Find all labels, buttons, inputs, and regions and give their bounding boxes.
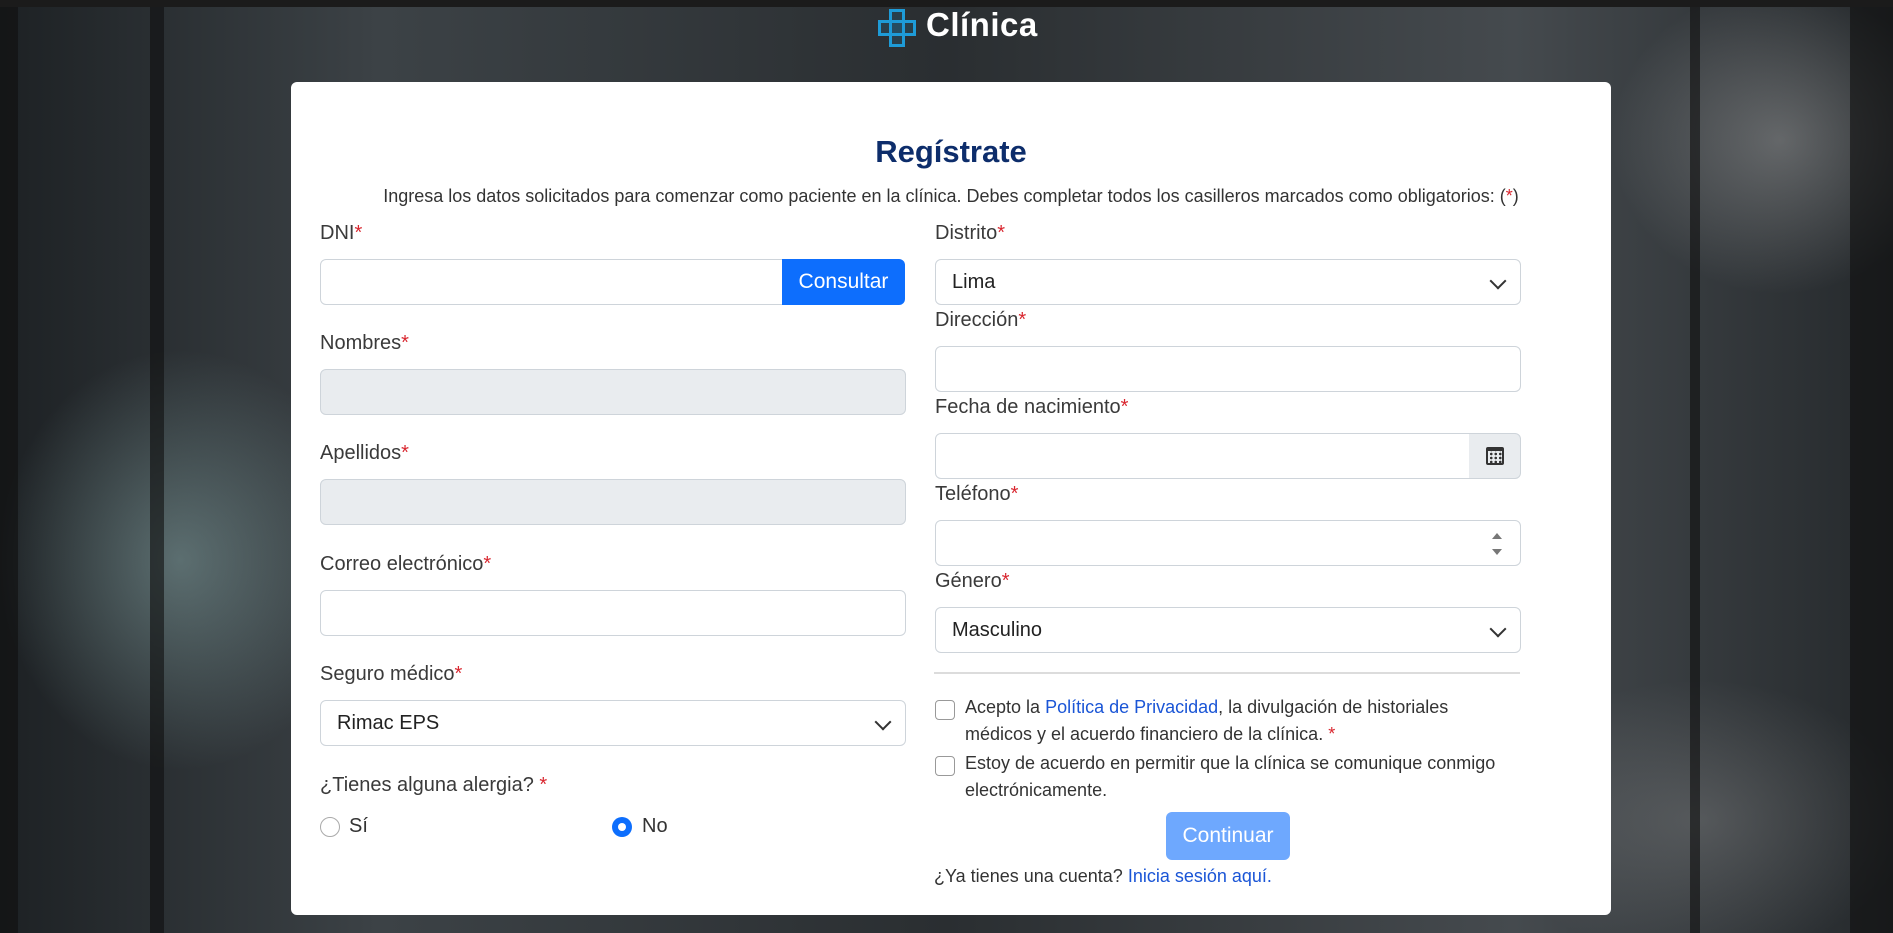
fecha-nacimiento-input[interactable] (935, 433, 1470, 479)
calendar-button[interactable] (1469, 433, 1521, 479)
alergia-si-label[interactable]: Sí (349, 815, 368, 838)
calendar-icon (1485, 447, 1504, 465)
communication-consent-checkbox[interactable] (935, 756, 955, 776)
telefono-label: Teléfono* (935, 483, 1019, 505)
brand-logo: Clínica (876, 4, 1038, 47)
login-link[interactable]: Inicia sesión aquí. (1128, 866, 1272, 886)
communication-consent-text: Estoy de acuerdo en permitir que la clín… (965, 753, 1496, 800)
distrito-select[interactable]: Lima (935, 259, 1521, 305)
chevron-down-icon (1489, 620, 1507, 638)
alergia-no-radio[interactable] (612, 817, 632, 837)
divider (934, 672, 1520, 674)
alergia-si-radio[interactable] (320, 817, 340, 837)
page-title: Regístrate (875, 134, 1027, 169)
alergia-label: ¿Tienes alguna alergia? * (320, 774, 548, 796)
email-field[interactable] (320, 590, 906, 636)
chevron-down-icon (874, 713, 892, 731)
nombres-input[interactable] (320, 369, 906, 415)
direccion-label: Dirección* (935, 309, 1027, 331)
genero-label: Género* (935, 570, 1010, 592)
form-instructions: Ingresa los datos solicitados para comen… (383, 186, 1519, 206)
nombres-label: Nombres* (320, 332, 409, 354)
seguro-label: Seguro médico* (320, 663, 463, 685)
apellidos-input[interactable] (320, 479, 906, 525)
chevron-down-icon (1489, 272, 1507, 290)
login-prompt: ¿Ya tienes una cuenta? Inicia sesión aqu… (934, 866, 1272, 886)
telefono-input[interactable] (935, 520, 1521, 566)
genero-select[interactable]: Masculino (935, 607, 1521, 653)
dni-input[interactable] (320, 259, 783, 305)
fecha-label: Fecha de nacimiento* (935, 396, 1129, 418)
spin-up-icon[interactable] (1492, 533, 1502, 539)
consultar-button[interactable]: Consultar (782, 259, 905, 305)
medical-cross-icon (876, 5, 916, 47)
apellidos-label: Apellidos* (320, 442, 409, 464)
continue-button[interactable]: Continuar (1166, 812, 1290, 860)
distrito-label: Distrito* (935, 222, 1006, 244)
correo-label: Correo electrónico* (320, 553, 492, 575)
privacy-policy-link[interactable]: Política de Privacidad (1045, 697, 1218, 717)
dni-label: DNI* (320, 222, 363, 244)
spin-down-icon[interactable] (1492, 549, 1502, 555)
brand-name: Clínica (926, 6, 1038, 43)
alergia-no-label[interactable]: No (642, 815, 668, 838)
direccion-input[interactable] (935, 346, 1521, 392)
register-card: Regístrate Ingresa los datos solicitados… (291, 82, 1611, 915)
privacy-consent-checkbox[interactable] (935, 700, 955, 720)
seguro-select[interactable]: Rimac EPS (320, 700, 906, 746)
privacy-consent-text: Acepto la Política de Privacidad, la div… (965, 697, 1449, 744)
number-spinner[interactable] (1492, 531, 1502, 557)
